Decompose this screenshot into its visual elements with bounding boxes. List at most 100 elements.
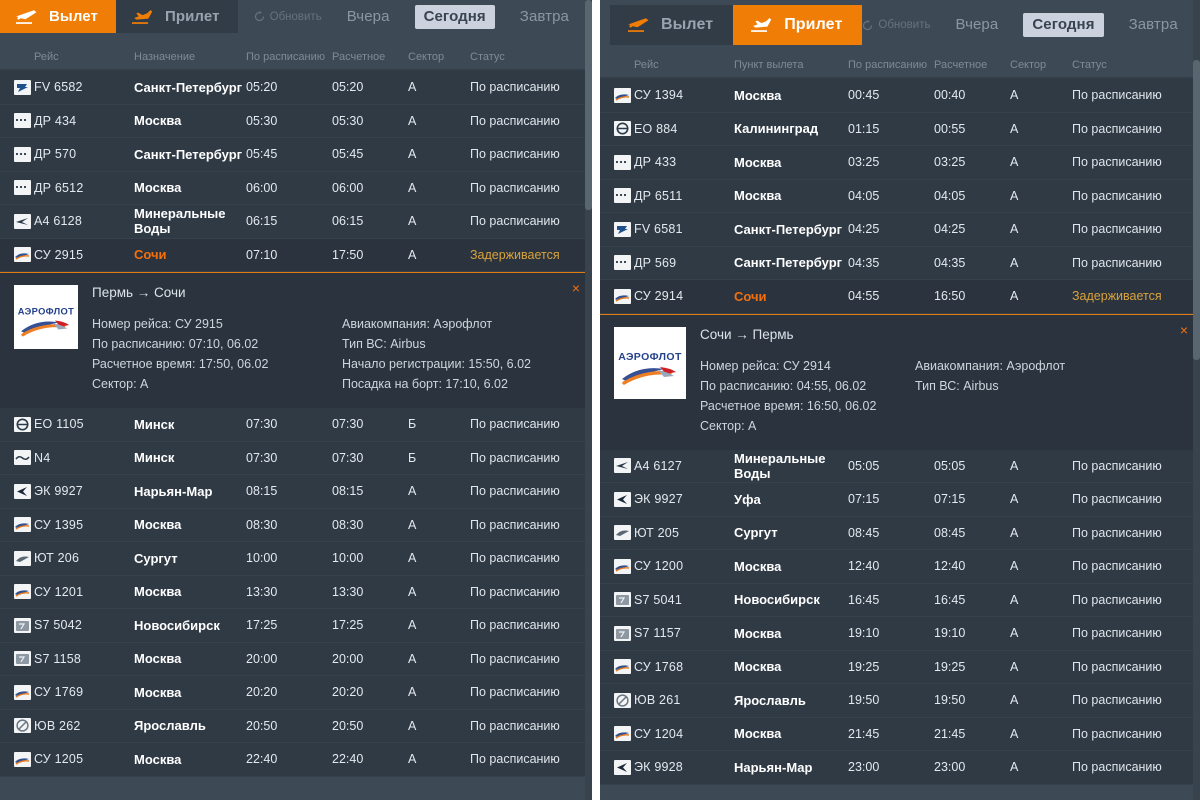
scheduled-time: 04:55 bbox=[848, 289, 934, 303]
detail-logo-wrap: АЭРОФЛОТ bbox=[614, 327, 686, 436]
toolbar-right: Обновить Вчера Сегодня Завтра bbox=[254, 0, 592, 33]
status-badge: По расписанию bbox=[1072, 693, 1200, 707]
airline-logo-cell bbox=[0, 113, 34, 128]
refresh-icon bbox=[254, 11, 265, 22]
flight-number: ЮТ 206 bbox=[34, 551, 134, 565]
table-row[interactable]: СУ 1201Москва13:3013:30АПо расписанию bbox=[0, 576, 592, 610]
departure-plane-icon bbox=[626, 15, 652, 35]
table-row[interactable]: S7 1158Москва20:0020:00АПо расписанию bbox=[0, 643, 592, 677]
table-row[interactable]: А4 6127Минеральные Воды05:0505:05АПо рас… bbox=[600, 450, 1200, 484]
table-row[interactable]: СУ 1200Москва12:4012:40АПо расписанию bbox=[600, 550, 1200, 584]
refresh-button[interactable]: Обновить bbox=[862, 19, 930, 31]
table-row[interactable]: ДР 434Москва05:3005:30АПо расписанию bbox=[0, 105, 592, 139]
azimuth-logo bbox=[614, 458, 631, 473]
table-row[interactable]: СУ 1769Москва20:2020:20АПо расписанию bbox=[0, 676, 592, 710]
close-icon[interactable]: × bbox=[1180, 323, 1188, 337]
table-row[interactable]: ЭК 9927Уфа07:1507:15АПо расписанию bbox=[600, 483, 1200, 517]
estimated-time: 04:25 bbox=[934, 222, 1010, 236]
table-row[interactable]: ДР 433Москва03:2503:25АПо расписанию bbox=[600, 146, 1200, 180]
belavia-logo bbox=[14, 417, 31, 432]
s7-logo bbox=[14, 651, 31, 666]
scrollbar-thumb[interactable] bbox=[585, 0, 592, 210]
close-icon[interactable]: × bbox=[572, 281, 580, 295]
day-button-2[interactable]: Завтра bbox=[1120, 13, 1187, 37]
table-row[interactable]: S7 5041Новосибирск16:4516:45АПо расписан… bbox=[600, 584, 1200, 618]
refresh-icon bbox=[862, 20, 873, 31]
table-row[interactable]: S7 1157Москва19:1019:10АПо расписанию bbox=[600, 617, 1200, 651]
detail-route: Пермь → Сочи bbox=[92, 285, 578, 300]
day-button-1[interactable]: Сегодня bbox=[1023, 13, 1103, 37]
airline-logo-cell bbox=[0, 618, 34, 633]
aeroflot-logo bbox=[14, 584, 31, 599]
table-row[interactable]: ДР 569Санкт-Петербург04:3504:35АПо распи… bbox=[600, 247, 1200, 281]
refresh-label: Обновить bbox=[270, 11, 322, 23]
flight-number: А4 6127 bbox=[634, 459, 734, 473]
vertical-scrollbar[interactable] bbox=[585, 0, 592, 800]
detail-line: Тип ВС: Airbus bbox=[915, 376, 1186, 396]
tab-arrivals[interactable]: Прилет bbox=[116, 0, 238, 33]
day-button-1[interactable]: Сегодня bbox=[415, 5, 495, 29]
table-row[interactable]: ЕО 1105Минск07:3007:30БПо расписанию bbox=[0, 408, 592, 442]
scrollbar-thumb[interactable] bbox=[1193, 60, 1200, 360]
aeroflot-logo: АЭРОФЛОТ bbox=[614, 327, 686, 399]
tab-departures[interactable]: Вылет bbox=[0, 0, 116, 33]
tab-arrivals[interactable]: Прилет bbox=[733, 5, 862, 45]
day-button-0[interactable]: Вчера bbox=[946, 13, 1007, 37]
table-row[interactable]: FV 6582Санкт-Петербург05:2005:20АПо расп… bbox=[0, 71, 592, 105]
table-row[interactable]: СУ 1394Москва00:4500:40АПо расписанию bbox=[600, 79, 1200, 113]
tab-departures[interactable]: Вылет bbox=[610, 5, 733, 45]
table-row[interactable]: ЕО 884Калининград01:1500:55АПо расписани… bbox=[600, 113, 1200, 147]
sector-value: А bbox=[1010, 660, 1072, 674]
table-row[interactable]: ЭК 9927Нарьян-Мар08:1508:15АПо расписани… bbox=[0, 475, 592, 509]
flight-destination: Москва bbox=[734, 726, 848, 741]
status-badge: По расписанию bbox=[1072, 256, 1200, 270]
sector-value: А bbox=[1010, 88, 1072, 102]
table-row[interactable]: СУ 1205Москва22:4022:40АПо расписанию bbox=[0, 743, 592, 777]
table-row[interactable]: СУ 1768Москва19:2519:25АПо расписанию bbox=[600, 651, 1200, 685]
aeroflot-logo bbox=[614, 559, 631, 574]
airline-logo-cell bbox=[0, 584, 34, 599]
table-row[interactable]: СУ 2914Сочи04:5516:50АЗадерживается bbox=[600, 280, 1200, 314]
table-row[interactable]: ДР 570Санкт-Петербург05:4505:45АПо распи… bbox=[0, 138, 592, 172]
status-badge: По расписанию bbox=[470, 417, 592, 431]
estimated-time: 05:30 bbox=[332, 114, 408, 128]
table-row[interactable]: ЮВ 261Ярославль19:5019:50АПо расписанию bbox=[600, 684, 1200, 718]
table-row[interactable]: А4 6128Минеральные Воды06:1506:15АПо рас… bbox=[0, 205, 592, 239]
scheduled-time: 06:15 bbox=[246, 214, 332, 228]
status-badge: По расписанию bbox=[1072, 492, 1200, 506]
status-badge: По расписанию bbox=[1072, 88, 1200, 102]
nordstar-logo bbox=[614, 155, 631, 170]
table-row[interactable]: N4Минск07:3007:30БПо расписанию bbox=[0, 442, 592, 476]
flight-list[interactable]: СУ 1394Москва00:4500:40АПо расписаниюЕО … bbox=[600, 79, 1200, 800]
sector-value: А bbox=[1010, 189, 1072, 203]
rossiya-logo bbox=[614, 222, 631, 237]
scheduled-time: 21:45 bbox=[848, 727, 934, 741]
table-row[interactable]: ЮВ 262Ярославль20:5020:50АПо расписанию bbox=[0, 710, 592, 744]
sector-value: А bbox=[1010, 155, 1072, 169]
status-badge: По расписанию bbox=[470, 518, 592, 532]
table-row[interactable]: FV 6581Санкт-Петербург04:2504:25АПо расп… bbox=[600, 213, 1200, 247]
day-button-0[interactable]: Вчера bbox=[338, 5, 399, 29]
flight-list[interactable]: FV 6582Санкт-Петербург05:2005:20АПо расп… bbox=[0, 71, 592, 800]
table-row[interactable]: СУ 1395Москва08:3008:30АПо расписанию bbox=[0, 509, 592, 543]
table-row[interactable]: ЭК 9928Нарьян-Мар23:0023:00АПо расписани… bbox=[600, 751, 1200, 785]
flight-destination: Минеральные Воды bbox=[134, 206, 246, 236]
table-row[interactable]: СУ 1204Москва21:4521:45АПо расписанию bbox=[600, 718, 1200, 752]
table-row[interactable]: ДР 6512Москва06:0006:00АПо расписанию bbox=[0, 172, 592, 206]
table-row[interactable]: ЮТ 205Сургут08:4508:45АПо расписанию bbox=[600, 517, 1200, 551]
day-button-2[interactable]: Завтра bbox=[511, 5, 578, 29]
estimated-time: 17:50 bbox=[332, 248, 408, 262]
status-badge: По расписанию bbox=[1072, 155, 1200, 169]
col-sector: Сектор bbox=[1010, 59, 1072, 71]
table-row[interactable]: S7 5042Новосибирск17:2517:25АПо расписан… bbox=[0, 609, 592, 643]
status-badge: По расписанию bbox=[1072, 222, 1200, 236]
refresh-button[interactable]: Обновить bbox=[254, 11, 322, 23]
table-row[interactable]: ЮТ 206Сургут10:0010:00АПо расписанию bbox=[0, 542, 592, 576]
table-row[interactable]: СУ 2915Сочи07:1017:50АЗадерживается bbox=[0, 239, 592, 273]
airline-logo-cell bbox=[0, 80, 34, 95]
scheduled-time: 07:30 bbox=[246, 451, 332, 465]
table-row[interactable]: ДР 6511Москва04:0504:05АПо расписанию bbox=[600, 180, 1200, 214]
vertical-scrollbar[interactable] bbox=[1193, 0, 1200, 800]
status-badge: По расписанию bbox=[1072, 459, 1200, 473]
airline-logo-cell bbox=[600, 760, 634, 775]
